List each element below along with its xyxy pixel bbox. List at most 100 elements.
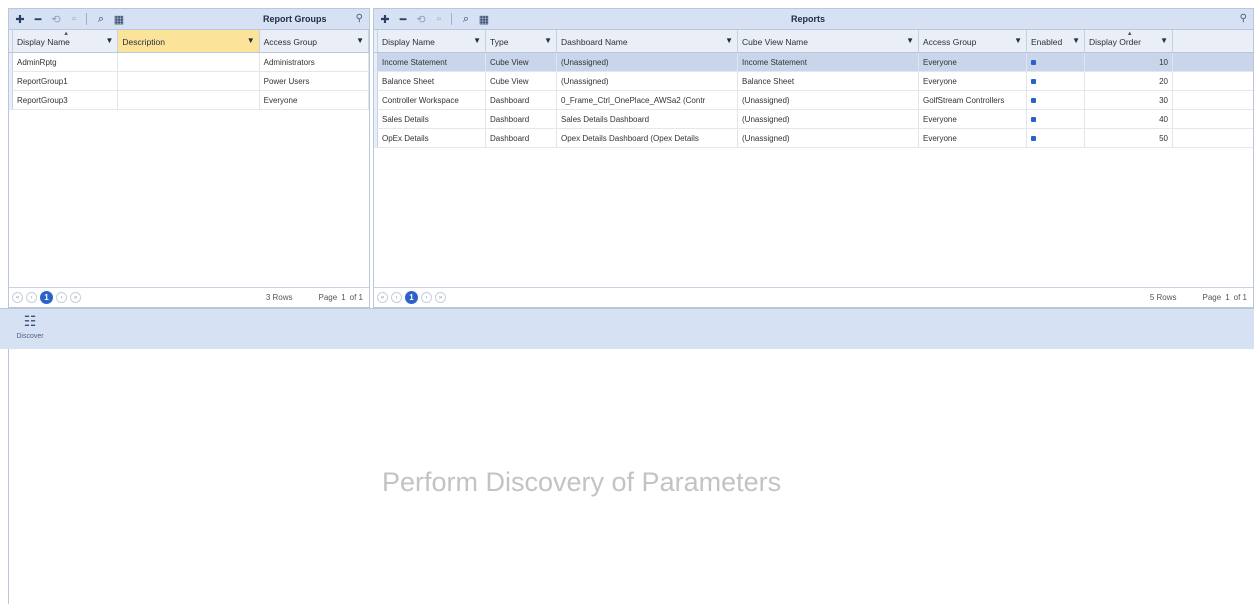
cell-cube-view-name[interactable]: Income Statement bbox=[738, 53, 919, 71]
column-header-display-name[interactable]: ▲ Display Name ▼ bbox=[13, 30, 119, 52]
enabled-checkbox[interactable] bbox=[1031, 136, 1036, 141]
cell-display-name[interactable]: ReportGroup3 bbox=[13, 91, 119, 109]
cell-enabled[interactable] bbox=[1027, 72, 1085, 90]
cell-enabled[interactable] bbox=[1027, 91, 1085, 109]
search-icon[interactable]: ⌕ bbox=[459, 11, 473, 27]
cell-display-name[interactable]: Sales Details bbox=[378, 110, 486, 128]
enabled-checkbox[interactable] bbox=[1031, 117, 1036, 122]
enabled-checkbox[interactable] bbox=[1031, 98, 1036, 103]
last-page-icon[interactable]: » bbox=[70, 292, 81, 303]
cell-access-group[interactable]: Everyone bbox=[260, 91, 369, 109]
pin-icon[interactable]: ⚲ bbox=[356, 13, 363, 24]
filter-icon[interactable]: ▼ bbox=[473, 36, 481, 45]
cell-access-group[interactable]: Everyone bbox=[919, 129, 1027, 147]
cell-type[interactable]: Dashboard bbox=[486, 110, 557, 128]
table-row[interactable]: AdminRptg Administrators bbox=[9, 53, 369, 72]
cell-type[interactable]: Dashboard bbox=[486, 129, 557, 147]
column-header-access-group[interactable]: Access Group ▼ bbox=[919, 30, 1027, 52]
first-page-icon[interactable]: « bbox=[12, 292, 23, 303]
filter-icon[interactable]: ▼ bbox=[544, 36, 552, 45]
column-header-cube-view-name[interactable]: Cube View Name ▼ bbox=[738, 30, 919, 52]
remove-icon[interactable]: ━ bbox=[396, 11, 410, 27]
cell-display-name[interactable]: Income Statement bbox=[378, 53, 486, 71]
cell-display-name[interactable]: Balance Sheet bbox=[378, 72, 486, 90]
cell-dashboard-name[interactable]: Sales Details Dashboard bbox=[557, 110, 738, 128]
grid-icon[interactable]: ▦ bbox=[477, 11, 491, 27]
cell-access-group[interactable]: Power Users bbox=[260, 72, 369, 90]
cell-cube-view-name[interactable]: (Unassigned) bbox=[738, 91, 919, 109]
next-page-icon[interactable]: › bbox=[56, 292, 67, 303]
prev-page-icon[interactable]: ‹ bbox=[391, 292, 402, 303]
cell-dashboard-name[interactable]: (Unassigned) bbox=[557, 53, 738, 71]
cell-display-order[interactable]: 50 bbox=[1085, 129, 1173, 147]
save-icon[interactable]: ▫ bbox=[432, 11, 446, 27]
pin-icon[interactable]: ⚲ bbox=[1240, 13, 1247, 24]
enabled-checkbox[interactable] bbox=[1031, 79, 1036, 84]
column-header-description[interactable]: Description ▼ bbox=[118, 30, 260, 52]
cell-display-name[interactable]: OpEx Details bbox=[378, 129, 486, 147]
current-page-button[interactable]: 1 bbox=[40, 291, 53, 304]
cell-enabled[interactable] bbox=[1027, 53, 1085, 71]
cell-cube-view-name[interactable]: (Unassigned) bbox=[738, 129, 919, 147]
filter-icon[interactable]: ▼ bbox=[247, 36, 255, 45]
add-icon[interactable]: ✚ bbox=[13, 11, 27, 27]
filter-icon[interactable]: ▼ bbox=[1160, 36, 1168, 45]
cell-description[interactable] bbox=[118, 72, 260, 90]
grid-icon[interactable]: ▦ bbox=[112, 11, 126, 27]
remove-icon[interactable]: ━ bbox=[31, 11, 45, 27]
add-icon[interactable]: ✚ bbox=[378, 11, 392, 27]
current-page-button[interactable]: 1 bbox=[405, 291, 418, 304]
prev-page-icon[interactable]: ‹ bbox=[26, 292, 37, 303]
cell-dashboard-name[interactable]: (Unassigned) bbox=[557, 72, 738, 90]
cell-type[interactable]: Dashboard bbox=[486, 91, 557, 109]
table-row[interactable]: Balance Sheet Cube View (Unassigned) Bal… bbox=[374, 72, 1253, 91]
cell-enabled[interactable] bbox=[1027, 110, 1085, 128]
cell-display-order[interactable]: 40 bbox=[1085, 110, 1173, 128]
cell-access-group[interactable]: Everyone bbox=[919, 110, 1027, 128]
filter-icon[interactable]: ▼ bbox=[105, 36, 113, 45]
table-row[interactable]: ReportGroup1 Power Users bbox=[9, 72, 369, 91]
filter-icon[interactable]: ▼ bbox=[906, 36, 914, 45]
table-row[interactable]: ReportGroup3 Everyone bbox=[9, 91, 369, 110]
cell-description[interactable] bbox=[118, 53, 260, 71]
search-icon[interactable]: ⌕ bbox=[94, 11, 108, 27]
column-header-access-group[interactable]: Access Group ▼ bbox=[260, 30, 369, 52]
discover-button[interactable]: ☷ Discover bbox=[10, 313, 50, 347]
filter-icon[interactable]: ▼ bbox=[1072, 36, 1080, 45]
cell-display-name[interactable]: ReportGroup1 bbox=[13, 72, 119, 90]
column-header-display-order[interactable]: ▲ Display Order ▼ bbox=[1085, 30, 1173, 52]
cell-access-group[interactable]: Administrators bbox=[260, 53, 369, 71]
cell-access-group[interactable]: Everyone bbox=[919, 72, 1027, 90]
cell-access-group[interactable]: GolfStream Controllers bbox=[919, 91, 1027, 109]
column-header-dashboard-name[interactable]: Dashboard Name ▼ bbox=[557, 30, 738, 52]
first-page-icon[interactable]: « bbox=[377, 292, 388, 303]
filter-icon[interactable]: ▼ bbox=[356, 36, 364, 45]
cell-cube-view-name[interactable]: Balance Sheet bbox=[738, 72, 919, 90]
table-row[interactable]: Controller Workspace Dashboard 0_Frame_C… bbox=[374, 91, 1253, 110]
filter-icon[interactable]: ▼ bbox=[1014, 36, 1022, 45]
next-page-icon[interactable]: › bbox=[421, 292, 432, 303]
save-icon[interactable]: ▫ bbox=[67, 11, 81, 27]
cell-display-order[interactable]: 30 bbox=[1085, 91, 1173, 109]
column-header-enabled[interactable]: Enabled ▼ bbox=[1027, 30, 1085, 52]
cell-display-order[interactable]: 10 bbox=[1085, 53, 1173, 71]
cell-cube-view-name[interactable]: (Unassigned) bbox=[738, 110, 919, 128]
refresh-icon[interactable]: ⟲ bbox=[414, 11, 428, 27]
cell-description[interactable] bbox=[118, 91, 260, 109]
last-page-icon[interactable]: » bbox=[435, 292, 446, 303]
cell-dashboard-name[interactable]: Opex Details Dashboard (Opex Details bbox=[557, 129, 738, 147]
cell-type[interactable]: Cube View bbox=[486, 53, 557, 71]
refresh-icon[interactable]: ⟲ bbox=[49, 11, 63, 27]
cell-enabled[interactable] bbox=[1027, 129, 1085, 147]
cell-dashboard-name[interactable]: 0_Frame_Ctrl_OnePlace_AWSa2 (Contr bbox=[557, 91, 738, 109]
table-row[interactable]: OpEx Details Dashboard Opex Details Dash… bbox=[374, 129, 1253, 148]
column-header-display-name[interactable]: Display Name ▼ bbox=[378, 30, 486, 52]
cell-display-name[interactable]: AdminRptg bbox=[13, 53, 119, 71]
enabled-checkbox[interactable] bbox=[1031, 60, 1036, 65]
table-row-selected[interactable]: Income Statement Cube View (Unassigned) … bbox=[374, 53, 1253, 72]
filter-icon[interactable]: ▼ bbox=[725, 36, 733, 45]
cell-type[interactable]: Cube View bbox=[486, 72, 557, 90]
cell-display-order[interactable]: 20 bbox=[1085, 72, 1173, 90]
cell-display-name[interactable]: Controller Workspace bbox=[378, 91, 486, 109]
column-header-type[interactable]: Type ▼ bbox=[486, 30, 557, 52]
